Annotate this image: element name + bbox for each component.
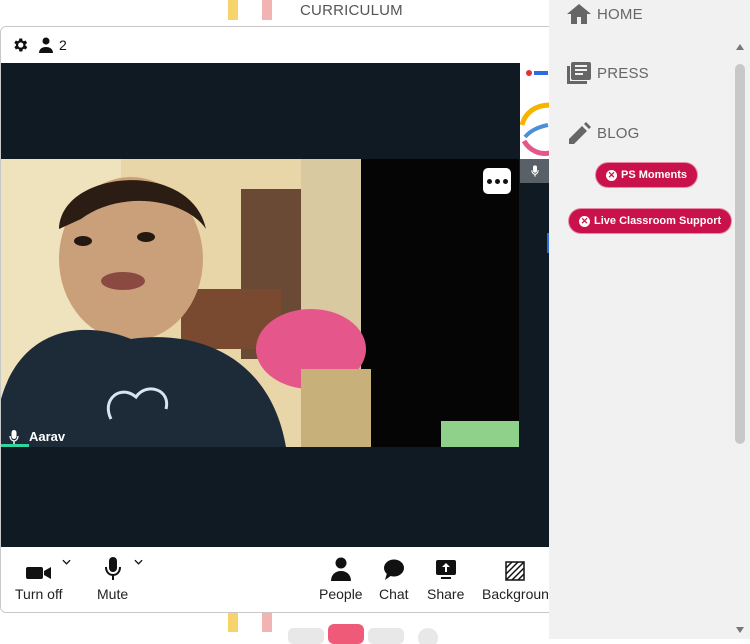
mute-button-label: Mute xyxy=(97,586,129,602)
chat-bubble-icon xyxy=(383,559,404,580)
mute-button[interactable]: Mute xyxy=(97,555,128,602)
speaking-indicator xyxy=(1,444,29,447)
chevron-down-icon[interactable] xyxy=(62,559,71,565)
share-button[interactable]: Share xyxy=(427,555,464,602)
video-frame-image xyxy=(1,159,519,447)
microphone-icon xyxy=(9,429,19,444)
share-screen-icon xyxy=(435,560,456,579)
background-decoration xyxy=(262,612,272,632)
dot-icon xyxy=(502,178,508,184)
nav-press[interactable]: PRESS xyxy=(567,62,649,84)
chat-button-label: Chat xyxy=(379,586,409,602)
person-icon xyxy=(330,557,351,581)
dot-icon xyxy=(494,178,500,184)
video-camera-icon xyxy=(25,567,51,579)
nav-label: PRESS xyxy=(597,64,649,82)
people-button[interactable]: People xyxy=(319,555,363,602)
scroll-up-arrow[interactable] xyxy=(736,44,744,50)
badge-ps-moments[interactable]: ✕ PS Moments xyxy=(596,163,698,187)
nav-blog[interactable]: BLOG xyxy=(567,122,639,144)
background-decoration xyxy=(228,612,238,632)
thumbnail-mic-indicator xyxy=(520,159,550,183)
background-button[interactable]: Backgroun xyxy=(482,555,549,602)
share-button-label: Share xyxy=(427,586,465,602)
participant-name-tag: Aarav xyxy=(9,429,65,444)
close-icon: ✕ xyxy=(579,215,590,227)
video-stage: Aarav xyxy=(1,63,550,547)
microphone-icon xyxy=(104,557,121,580)
background-decoration xyxy=(262,0,272,20)
home-icon xyxy=(567,4,591,24)
scroll-down-arrow[interactable] xyxy=(736,627,744,633)
badge-label: PS Moments xyxy=(621,169,688,181)
floating-control-bar xyxy=(288,624,438,644)
camera-button[interactable]: Turn off xyxy=(15,555,62,602)
pencil-icon xyxy=(569,122,591,144)
site-side-panel: HOME PRESS BLOG ✕ PS Moments ✕ Live Clas… xyxy=(549,0,750,639)
background-pattern-icon xyxy=(505,561,526,581)
meeting-window: 2 Aarav Turn off Mute People Chat Share … xyxy=(0,26,551,613)
nav-home[interactable]: HOME xyxy=(567,4,643,24)
people-button-label: People xyxy=(319,586,363,602)
close-icon: ✕ xyxy=(606,169,617,181)
microphone-icon xyxy=(531,165,539,177)
badge-live-classroom-support[interactable]: ✕ Live Classroom Support xyxy=(569,209,732,233)
dot-icon xyxy=(486,178,492,184)
camera-button-label: Turn off xyxy=(15,586,63,602)
participant-count: 2 xyxy=(59,37,67,53)
newspaper-icon xyxy=(567,62,591,84)
meeting-top-bar: 2 xyxy=(1,27,550,63)
person-icon[interactable] xyxy=(39,37,53,53)
vertical-scrollbar-thumb[interactable] xyxy=(735,64,745,444)
participant-name: Aarav xyxy=(29,429,66,444)
more-options-button[interactable] xyxy=(483,168,511,194)
badge-label: Live Classroom Support xyxy=(594,215,722,227)
nav-label: BLOG xyxy=(597,124,640,142)
background-decoration xyxy=(228,0,238,20)
background-page-title: CURRICULUM xyxy=(300,2,403,19)
gear-icon[interactable] xyxy=(11,36,29,54)
background-button-label: Backgroun xyxy=(482,586,549,602)
nav-label: HOME xyxy=(597,5,643,23)
main-participant-video[interactable]: Aarav xyxy=(1,159,519,447)
meeting-toolbar: Turn off Mute People Chat Share Backgrou… xyxy=(1,547,550,612)
chat-button[interactable]: Chat xyxy=(379,555,409,602)
chevron-down-icon[interactable] xyxy=(134,559,143,565)
